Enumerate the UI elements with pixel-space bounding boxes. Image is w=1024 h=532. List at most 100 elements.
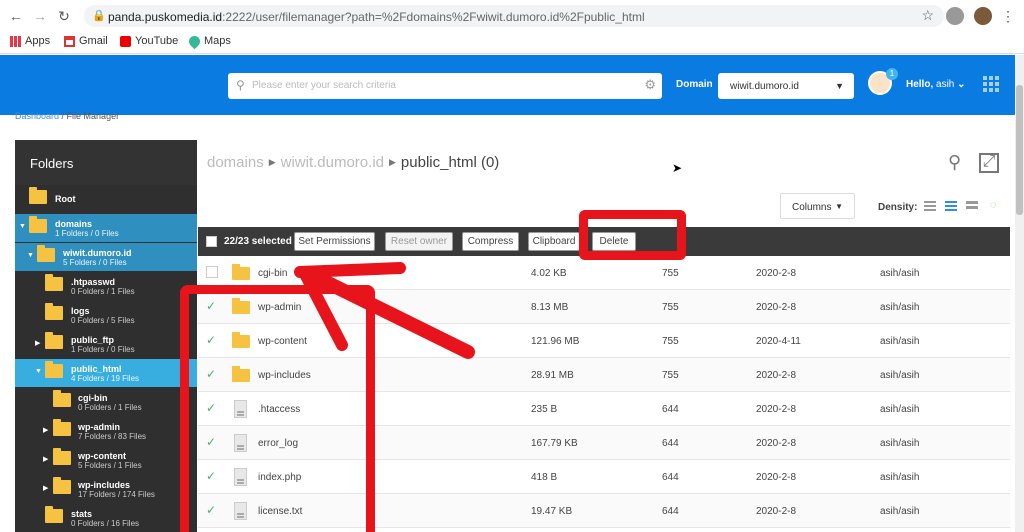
tree-item-label: wp-includes [78, 480, 131, 490]
row-checkbox[interactable] [206, 266, 218, 278]
density-compact-icon[interactable] [924, 201, 936, 213]
menu-kebab-icon[interactable]: ⋮ [998, 6, 1018, 26]
file-name[interactable]: cgi-bin [258, 268, 287, 279]
compress-button[interactable]: Compress [462, 232, 519, 251]
star-icon[interactable]: ☆ [921, 7, 934, 24]
search-input[interactable]: ⚲ Please enter your search criteria ⚙ [228, 73, 662, 99]
username-text: asih [936, 79, 955, 90]
file-permissions: 755 [662, 268, 679, 279]
breadcrumb-dashboard-link[interactable]: Dashboard [15, 111, 59, 121]
file-size: 19.47 KB [531, 506, 573, 517]
tree-item-counts: 0 Folders / 1 Files [71, 287, 135, 296]
file-size: 4.02 KB [531, 268, 567, 279]
tree-item-domains[interactable]: ▼ domains 1 Folders / 0 Files [15, 214, 197, 242]
bookmark-gmail[interactable]: Gmail [64, 35, 108, 47]
tree-item-wiwit-dumoro-id[interactable]: ▼ wiwit.dumoro.id 5 Folders / 0 Files [15, 243, 197, 271]
file-permissions: 644 [662, 404, 679, 415]
caret-down-icon: ▼ [835, 202, 843, 211]
path-breadcrumb: domains ▶ wiwit.dumoro.id ▶ public_html (0) [207, 154, 499, 171]
file-size: 235 B [531, 404, 558, 415]
extension-icon[interactable] [946, 7, 964, 25]
file-date: 2020-2-8 [756, 302, 797, 313]
clipboard-button[interactable]: Clipboard [528, 232, 580, 251]
domain-select[interactable]: wiwit.dumoro.id ▼ [718, 73, 854, 99]
folder-icon [53, 448, 71, 465]
columns-button[interactable]: Columns ▼ [780, 193, 855, 219]
page-scrollbar[interactable] [1015, 55, 1024, 532]
density-wide-icon[interactable] [966, 201, 978, 213]
tree-item-public-html[interactable]: ▼ public_html 4 Folders / 19 Files [15, 359, 197, 387]
sidebar-header: Folders [15, 140, 197, 185]
file-permissions: 755 [662, 336, 679, 347]
profile-avatar[interactable] [974, 7, 992, 25]
file-size: 8.13 MB [531, 302, 569, 313]
expand-icon[interactable]: ⤢ [979, 153, 999, 173]
bookmark-youtube[interactable]: YouTube [120, 35, 178, 47]
browser-chrome: ← → ↻ 🔒 panda.puskomedia.id:2222/user/fi… [0, 0, 1024, 54]
file-size: 167.79 KB [531, 438, 578, 449]
path-segment-domain[interactable]: wiwit.dumoro.id [281, 154, 384, 171]
caret-down-icon[interactable]: ▼ [19, 223, 26, 230]
user-greeting[interactable]: Hello, asih ⌄ [906, 79, 966, 90]
density-medium-icon[interactable] [945, 201, 957, 213]
tree-item-counts: 4 Folders / 19 Files [71, 374, 140, 383]
reset-owner-button[interactable]: Reset owner [385, 232, 453, 251]
mouse-cursor-icon: ➤ [672, 161, 683, 175]
folder-icon [45, 332, 63, 349]
bookmark-label: Gmail [79, 35, 108, 47]
address-row: ← → ↻ 🔒 panda.puskomedia.id:2222/user/fi… [0, 0, 1024, 32]
back-icon[interactable]: ← [6, 6, 26, 26]
folder-icon [45, 303, 63, 320]
caret-right-icon[interactable]: ▶ [43, 426, 48, 434]
gear-icon[interactable]: ⚙ [644, 77, 656, 93]
file-size: 28.91 MB [531, 370, 574, 381]
tree-item-stats[interactable]: stats 0 Folders / 16 Files [15, 504, 197, 532]
tree-item-public-ftp[interactable]: ▶ public_ftp 1 Folders / 0 Files [15, 330, 197, 358]
caret-down-icon[interactable]: ▼ [35, 368, 42, 375]
tree-item-cgi-bin[interactable]: cgi-bin 0 Folders / 1 Files [15, 388, 197, 416]
caret-right-icon[interactable]: ▶ [35, 339, 40, 347]
tree-item-counts: 7 Folders / 83 Files [78, 432, 147, 441]
refresh-icon[interactable]: ◌ [990, 199, 997, 211]
reload-icon[interactable]: ↻ [54, 6, 74, 26]
caret-right-icon[interactable]: ▶ [43, 484, 48, 492]
folder-icon [232, 264, 250, 280]
tree-item-wp-includes[interactable]: ▶ wp-includes 17 Folders / 174 Files [15, 475, 197, 503]
file-date: 2020-2-8 [756, 506, 797, 517]
address-bar[interactable]: 🔒 panda.puskomedia.id:2222/user/filemana… [84, 5, 944, 27]
tree-item-wp-admin[interactable]: ▶ wp-admin 7 Folders / 83 Files [15, 417, 197, 445]
tree-item-counts: 0 Folders / 16 Files [71, 519, 140, 528]
app-header: ⚲ Please enter your search criteria ⚙ Do… [0, 55, 1015, 115]
file-owner: asih/asih [880, 506, 920, 517]
file-owner: asih/asih [880, 370, 920, 381]
tree-item-root[interactable]: Root [15, 185, 197, 213]
search-icon[interactable]: ⚲ [948, 152, 961, 173]
tree-item-wp-content[interactable]: ▶ wp-content 5 Folders / 1 Files [15, 446, 197, 474]
density-label: Density: [878, 202, 918, 213]
tree-item-htpasswd[interactable]: .htpasswd 0 Folders / 1 Files [15, 272, 197, 300]
bookmark-label: YouTube [135, 35, 179, 47]
selection-count: 22/23 selected [224, 236, 292, 247]
url-host: panda.puskomedia.id [108, 10, 223, 24]
tree-item-label: cgi-bin [78, 393, 108, 403]
file-date: 2020-2-8 [756, 404, 797, 415]
forward-icon[interactable]: → [30, 6, 50, 26]
caret-down-icon[interactable]: ▼ [27, 252, 34, 259]
file-date: 2020-2-8 [756, 438, 797, 449]
select-all-checkbox[interactable] [206, 236, 217, 247]
tree-item-label: domains [55, 219, 93, 229]
folder-icon [29, 187, 47, 204]
url-path: :2222/user/filemanager?path=%2Fdomains%2… [222, 10, 645, 24]
set-permissions-button[interactable]: Set Permissions [294, 232, 375, 251]
bookmark-maps[interactable]: Maps [186, 33, 231, 49]
path-segment-domains[interactable]: domains [207, 154, 264, 171]
annotation-box-delete [579, 210, 686, 260]
maps-pin-icon [186, 33, 203, 49]
caret-right-icon[interactable]: ▶ [43, 455, 48, 463]
notification-badge[interactable]: 1 [886, 68, 898, 80]
apps-grid-icon[interactable] [983, 76, 999, 92]
folder-icon [53, 390, 71, 407]
scrollbar-thumb[interactable] [1016, 85, 1023, 215]
bookmark-apps[interactable]: Apps [10, 35, 50, 47]
tree-item-logs[interactable]: logs 0 Folders / 5 Files [15, 301, 197, 329]
